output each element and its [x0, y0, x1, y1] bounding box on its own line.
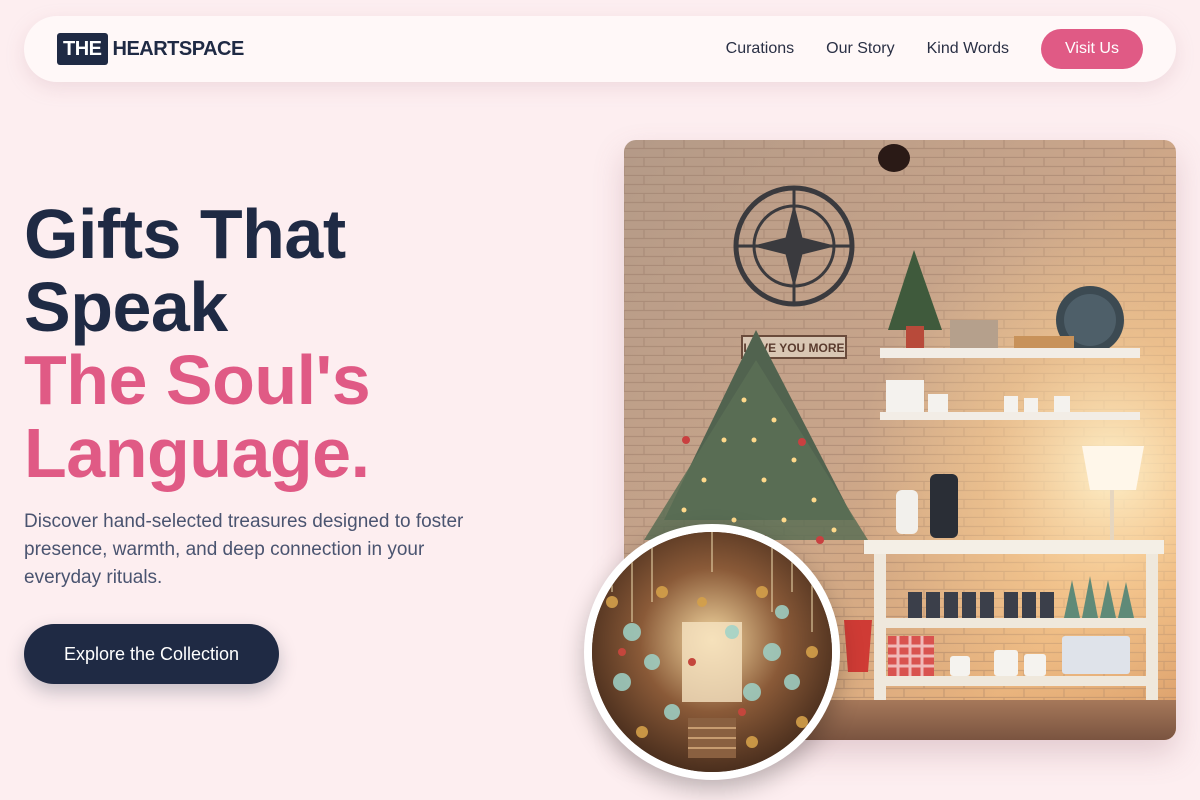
nav-link-our-story[interactable]: Our Story	[826, 40, 894, 58]
nav-links: Curations Our Story Kind Words Visit Us	[726, 29, 1143, 69]
logo-text: HEARTSPACE	[112, 37, 245, 60]
headline-line-4: Language.	[24, 414, 370, 492]
hero-description: Discover hand-selected treasures designe…	[24, 511, 464, 588]
explore-collection-button[interactable]: Explore the Collection	[24, 624, 279, 684]
logo-mark: THE	[57, 33, 108, 65]
headline-line-1: Gifts That	[24, 195, 346, 273]
brand-logo[interactable]: THE HEARTSPACE	[57, 33, 244, 65]
top-nav: THE HEARTSPACE Curations Our Story Kind …	[24, 16, 1176, 82]
nav-link-kind-words[interactable]: Kind Words	[927, 40, 1009, 58]
visit-us-button[interactable]: Visit Us	[1041, 29, 1143, 69]
headline-line-2: Speak	[24, 268, 228, 346]
hero-headline: Gifts That Speak The Soul's Language.	[24, 198, 564, 490]
headline-line-3: The Soul's	[24, 341, 371, 419]
compass-decoration	[733, 185, 855, 307]
round-photo	[584, 524, 840, 780]
nav-link-curations[interactable]: Curations	[726, 40, 794, 58]
